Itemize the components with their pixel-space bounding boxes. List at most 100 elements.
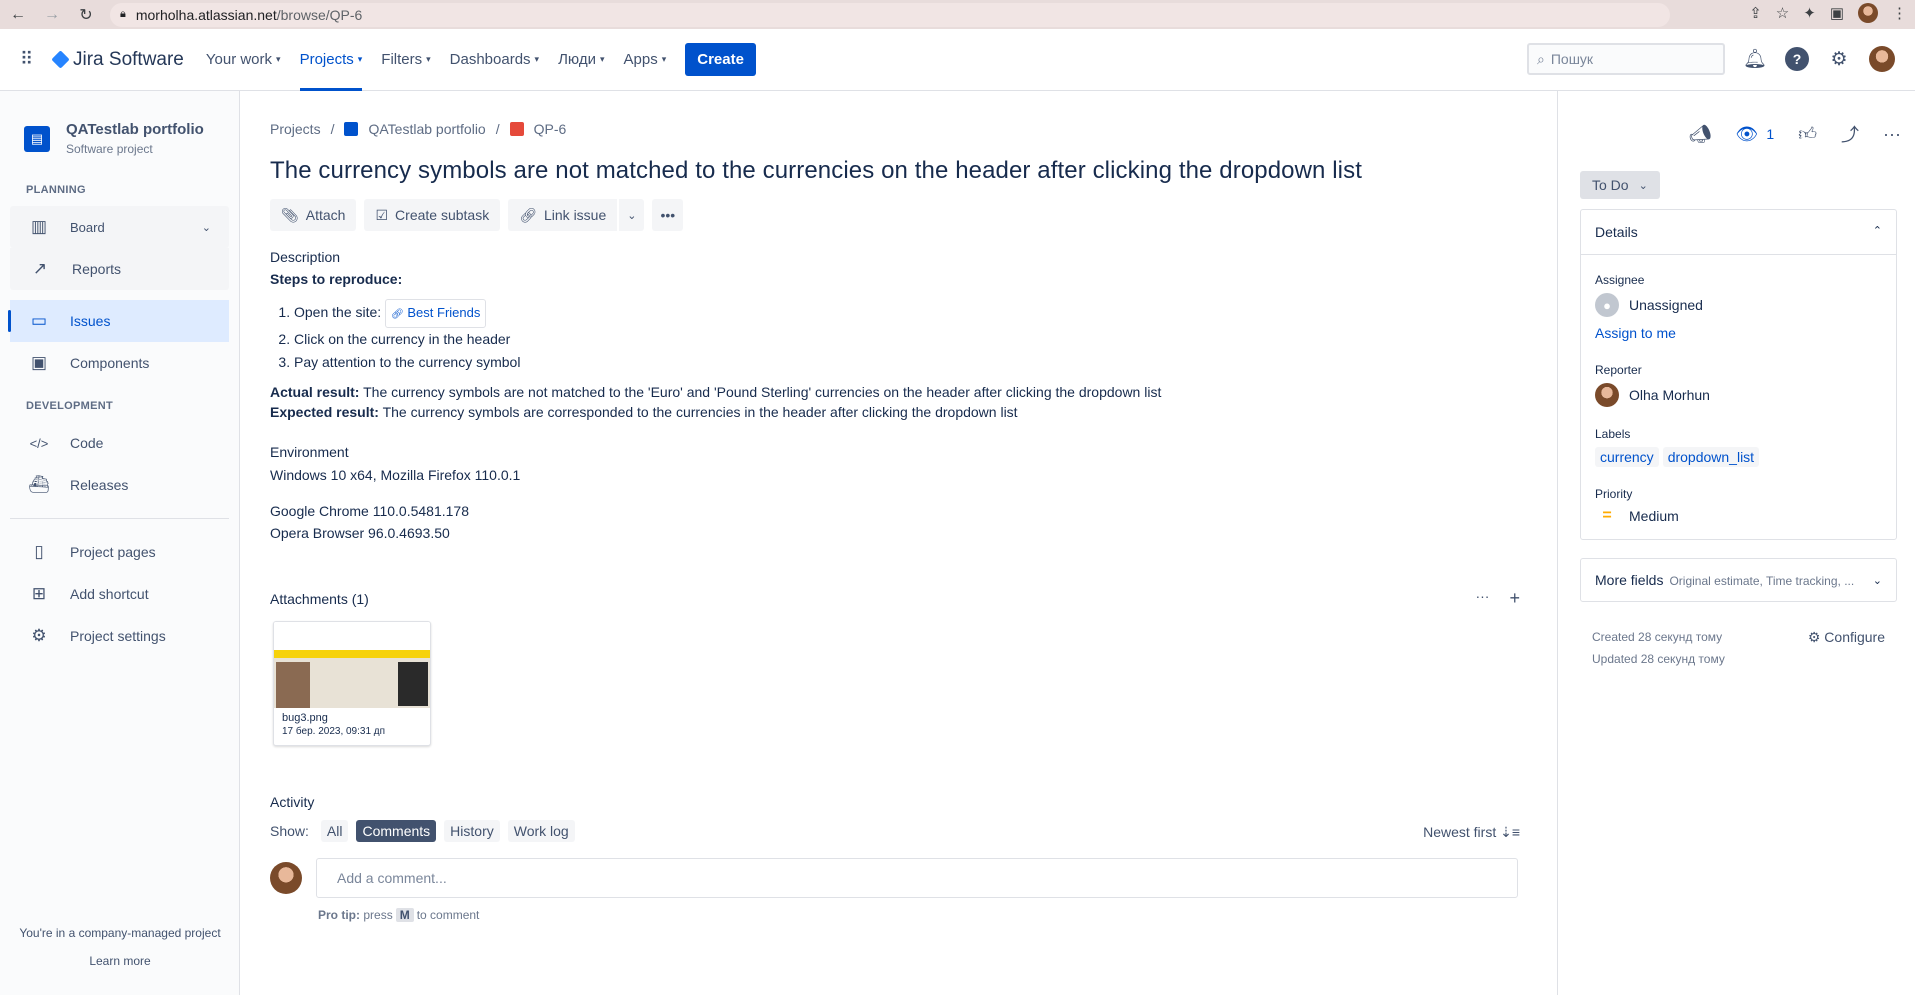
planning-heading: PLANNING [26,184,86,196]
chevron-down-icon[interactable]: ⌄ [202,221,211,234]
app-switcher-icon[interactable]: ⠿ [20,49,44,70]
back-icon[interactable]: ← [8,6,28,24]
sidebar-item-code[interactable]: </> Code [0,422,239,464]
sidepanel-icon[interactable]: ▣ [1830,4,1844,22]
add-attachment-icon[interactable]: + [1509,588,1520,609]
details-header[interactable]: Details ⌃ [1581,210,1896,255]
shortcut-key: M [395,908,414,922]
user-avatar[interactable] [1869,46,1895,72]
best-friends-link[interactable]: 🔗︎ Best Friends [385,299,487,328]
sidebar-item-board[interactable]: ▥ Board ⌄ [10,206,229,248]
issue-title[interactable]: The currency symbols are not matched to … [270,157,1540,185]
reload-icon[interactable]: ↻ [76,5,96,25]
chevron-up-icon[interactable]: ⌃ [1873,224,1882,240]
chevron-down-icon: ▾ [357,54,363,64]
show-label: Show: [270,823,309,839]
sidebar-item-reports[interactable]: ↗ Reports [10,248,229,290]
labels-value[interactable]: currency dropdown_list [1595,447,1882,467]
bug-icon [509,122,524,136]
configure-button[interactable]: ⚙ Configure [1808,626,1885,648]
label-chip[interactable]: currency [1595,447,1659,467]
create-button[interactable]: Create [685,43,756,76]
nav-people[interactable]: Люди ▾ [558,29,604,91]
add-shortcut-icon: ⊞ [31,584,47,603]
sort-newest-first[interactable]: Newest first ⇣≡ [1423,824,1520,841]
breadcrumb-projects[interactable]: Projects [270,121,321,137]
help-icon[interactable]: ? [1785,47,1809,71]
more-options-icon[interactable]: ··· [1883,124,1901,145]
sidebar-item-components[interactable]: ▣ Components [0,342,239,384]
attachment-card[interactable]: bug3.png 17 бер. 2023, 09:31 дп [273,621,431,746]
extensions-icon[interactable]: ✦ [1803,4,1816,22]
environment-heading: Environment [270,444,349,460]
filter-work-log[interactable]: Work log [507,820,575,842]
expected-label: Expected result: [270,404,379,420]
nav-projects[interactable]: Projects ▾ [299,29,363,91]
menu-icon[interactable]: ⋮ [1892,4,1907,22]
chevron-down-icon: ▾ [661,54,667,64]
breadcrumb-issue-key[interactable]: QP-6 [534,121,567,137]
more-fields-title: More fields [1595,572,1664,588]
environment-body[interactable]: Windows 10 x64, Mozilla Firefox 110.0.1 … [270,464,1540,544]
star-icon[interactable]: ☆ [1776,4,1789,22]
sidebar-item-issues[interactable]: ▭ Issues [8,300,229,342]
more-fields-section[interactable]: More fields Original estimate, Time track… [1580,558,1897,602]
development-heading: DEVELOPMENT [26,400,114,412]
actual-label: Actual result: [270,384,360,400]
attach-button[interactable]: 📎︎ Attach [270,199,357,231]
sidebar-item-project-pages[interactable]: ▯ Project pages [0,531,239,573]
create-subtask-button[interactable]: ☑ Create subtask [364,199,501,231]
filter-history[interactable]: History [444,820,500,842]
description-heading: Description [270,249,341,265]
link-issue-button[interactable]: 🔗︎ Link issue [508,199,618,231]
watchers[interactable]: 👁︎ 1 [1736,124,1775,145]
assign-to-me-link[interactable]: Assign to me [1595,325,1882,341]
attachments-heading: Attachments (1) [270,590,369,607]
priority-value[interactable]: = Medium [1595,507,1882,525]
search-placeholder: Пошук [1550,51,1594,67]
more-fields-subtitle: Original estimate, Time tracking, ... [1669,574,1855,588]
share-icon[interactable]: ⤴ [1841,121,1859,147]
settings-gear-icon[interactable]: ⚙ [1827,47,1851,71]
attachment-thumbnail [274,622,430,708]
updated-timestamp: Updated 28 секунд тому [1592,652,1725,666]
ellipsis-icon[interactable]: ··· [1475,588,1489,609]
link-icon: 🔗︎ [391,309,404,320]
profile-avatar[interactable] [1858,3,1878,23]
nav-apps[interactable]: Apps ▾ [624,29,667,91]
nav-filters[interactable]: Filters ▾ [381,29,430,91]
address-bar[interactable]: 🔒︎ morholha.atlassian.net/browse/QP-6 [110,2,1670,27]
notifications-icon[interactable]: 🔔︎ [1743,47,1767,71]
nav-dashboards[interactable]: Dashboards ▾ [450,29,539,91]
filter-comments[interactable]: Comments [356,820,437,842]
forward-icon[interactable]: → [42,6,62,24]
comment-input[interactable]: Add a comment... [316,858,1518,898]
nav-your-work[interactable]: Your work ▾ [206,29,281,91]
breadcrumb-project[interactable]: QATestlab portfolio [368,121,485,137]
feedback-megaphone-icon[interactable]: 📣︎ [1689,124,1712,145]
labels-label: Labels [1595,427,1631,441]
issue-toolbar: 📣︎ 👁︎ 1 👍︎ ⤴ ··· [1558,121,1915,147]
project-header[interactable]: ▤ QATestlab portfolio Software project [0,91,239,176]
sidebar-item-add-shortcut[interactable]: ⊞ Add shortcut [0,573,239,615]
link-issue-dropdown[interactable]: ⌄ [619,199,645,231]
more-actions-button[interactable]: ••• [652,199,684,231]
assignee-value[interactable]: ● Unassigned [1595,293,1882,317]
search-input[interactable]: ⌕ Пошук [1527,43,1725,75]
issue-meta: Created 28 секунд тому Updated 28 секунд… [1592,626,1915,670]
description-body[interactable]: Steps to reproduce: Open the site: 🔗︎ Be… [270,269,1540,422]
share-icon[interactable]: ⇪ [1749,4,1762,22]
issue-main: Projects / QATestlab portfolio / QP-6 Th… [270,91,1540,922]
label-chip[interactable]: dropdown_list [1662,447,1760,467]
chevron-down-icon: ⌄ [627,209,637,222]
thumbs-up-icon[interactable]: 👍︎ [1798,123,1817,145]
filter-all[interactable]: All [320,820,349,842]
sidebar-item-project-settings[interactable]: ⚙ Project settings [0,615,239,657]
jira-logo[interactable]: Jira Software [51,49,184,71]
reporter-value[interactable]: Olha Morhun [1595,383,1882,407]
learn-more-link[interactable]: Learn more [0,947,240,975]
sidebar-item-releases[interactable]: ⛴ Releases [0,464,239,506]
env-line: Windows 10 x64, Mozilla Firefox 110.0.1 [270,467,521,483]
status-dropdown[interactable]: To Do ⌄ [1580,171,1660,199]
list-item: Pay attention to the currency symbol [294,351,1540,374]
